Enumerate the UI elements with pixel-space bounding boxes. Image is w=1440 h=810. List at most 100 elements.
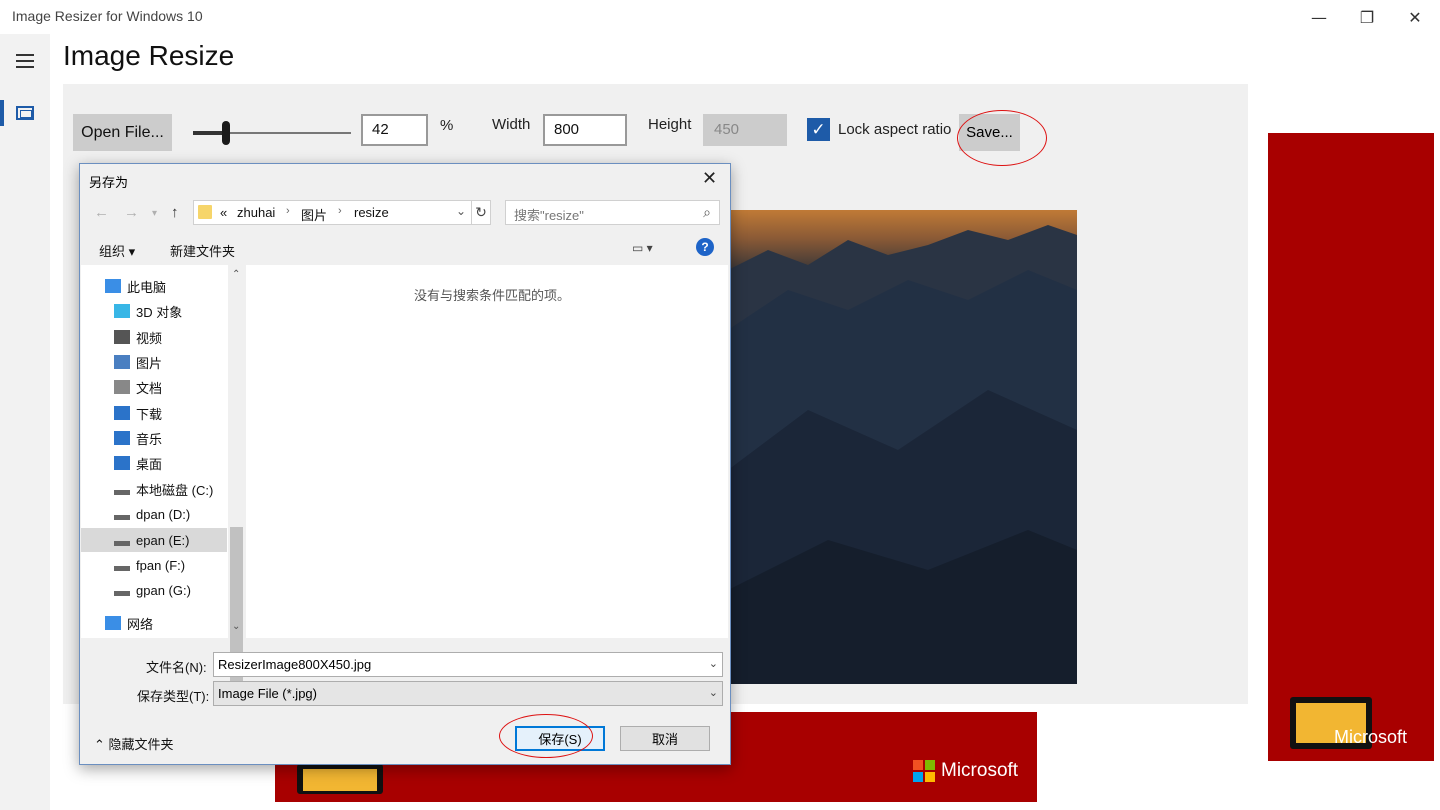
recent-locations-icon[interactable]: ▾ [152,208,157,219]
search-input[interactable]: 搜索"resize" ⌕ [505,200,720,225]
tree-item-label: 网络 [127,616,154,632]
image-resize-nav-icon[interactable] [16,106,34,120]
drive-icon [114,514,130,520]
tree-item-label: epan (E:) [136,532,190,548]
width-input[interactable]: 800 [543,114,627,146]
address-dropdown-icon[interactable]: ⌄ [456,204,466,218]
tree-item[interactable]: fpan (F:) [81,553,227,577]
scroll-up-icon[interactable]: ⌃ [232,269,240,280]
search-placeholder: 搜索"resize" [514,208,584,223]
height-input: 450 [703,114,787,146]
open-file-button[interactable]: Open File... [73,114,172,151]
tree-item[interactable]: 此电脑 [81,274,227,298]
save-as-dialog: 另存为 ✕ ← → ▾ ↑ « zhuhai › 图片 › resize ⌄ ↻… [79,163,731,765]
scale-slider-thumb[interactable] [222,121,230,145]
back-arrow-icon[interactable]: ← [94,204,109,221]
help-icon[interactable]: ? [696,238,714,256]
mountain-image [728,225,1077,684]
tree-item-label: fpan (F:) [136,557,186,573]
tree-item-label: 本地磁盘 (C:) [136,482,214,498]
refresh-icon[interactable]: ↻ [471,200,491,225]
tree-item[interactable]: 图片 [81,350,227,374]
tree-item[interactable]: gpan (G:) [81,578,227,602]
download-icon [114,406,130,420]
filetype-value: Image File (*.jpg) [218,686,317,701]
microsoft-logo-text: Microsoft [941,760,1019,781]
chevron-down-icon[interactable]: ⌄ [709,657,718,670]
address-bar[interactable]: « zhuhai › 图片 › resize ⌄ [193,200,491,225]
drive-icon [114,590,130,596]
hamburger-menu-icon[interactable] [16,54,34,68]
tree-item-label: 此电脑 [127,279,167,295]
width-label: Width [492,116,531,133]
breadcrumb-overflow[interactable]: « [220,205,227,220]
dialog-close-icon[interactable]: ✕ [702,168,717,189]
drive-icon [114,565,130,571]
breadcrumb-pictures[interactable]: 图片 [301,205,327,224]
tree-item[interactable]: 本地磁盘 (C:) [81,477,227,501]
percent-label: % [440,117,454,134]
tree-item[interactable]: 文档 [81,375,227,399]
page-title: Image Resize [63,40,235,71]
tree-item[interactable]: epan (E:) [81,528,227,552]
filetype-select[interactable]: Image File (*.jpg) ⌄ [213,681,723,706]
navigation-tree: ⌃ ⌄ 此电脑 3D 对象视频图片文档下载音乐 桌面本地磁盘 (C:) dpan (D… [81,265,245,703]
scroll-down-icon[interactable]: ⌄ [232,621,240,632]
document-icon [114,380,130,394]
lock-aspect-checkbox[interactable]: ✓ [807,118,830,141]
image-preview [728,210,1077,684]
lock-aspect-label: Lock aspect ratio [838,121,952,138]
ad-banner-right[interactable]: Microsoft [1268,133,1434,761]
file-list-area[interactable]: 没有与搜索条件匹配的项。 [246,265,728,638]
chevron-down-icon[interactable]: ⌄ [709,686,718,699]
tablet-image [297,764,383,794]
tree-item[interactable]: 音乐 [81,426,227,450]
scale-percent-input[interactable]: 42 [361,114,428,146]
filename-label: 文件名(N): [146,660,207,675]
tree-item[interactable]: 网络 [81,611,227,635]
forward-arrow-icon[interactable]: → [124,204,139,221]
new-folder-button[interactable]: 新建文件夹 [170,241,235,260]
left-nav [0,34,50,810]
search-icon[interactable]: ⌕ [703,204,711,221]
computer-icon [105,279,121,293]
maximize-icon: ❐ [1359,7,1375,27]
network-icon [105,616,121,630]
hide-folders-label: 隐藏文件夹 [108,737,174,752]
tree-item[interactable]: 下载 [81,401,227,425]
up-arrow-icon[interactable]: ↑ [171,204,179,221]
microsoft-logo: Microsoft [913,760,1018,782]
filename-value: ResizerImage800X450.jpg [218,657,372,672]
tree-item[interactable]: 视频 [81,325,227,349]
highlight-circle-save [957,110,1047,166]
tree-item-label: dpan (D:) [136,506,191,522]
minimize-icon: — [1311,7,1327,27]
tree-item[interactable]: 桌面 [81,451,227,475]
drive-icon [114,489,130,495]
close-icon: ✕ [1408,7,1422,27]
checkmark-icon: ✓ [811,119,826,140]
hide-folders-toggle[interactable]: ⌃ 隐藏文件夹 [94,734,174,753]
tree-item-label: 3D 对象 [136,304,183,320]
maximize-button[interactable]: ❐ [1344,0,1390,34]
tree-item-label: 图片 [136,355,163,371]
minimize-button[interactable]: — [1296,0,1342,34]
tree-item-label: gpan (G:) [136,582,191,598]
music-icon [114,431,130,445]
breadcrumb-resize[interactable]: resize [354,205,389,220]
folder-icon [198,205,212,219]
breadcrumb-zhuhai[interactable]: zhuhai [237,205,275,220]
tree-item-label: 文档 [136,380,163,396]
dialog-cancel-button[interactable]: 取消 [620,726,710,751]
tree-item-label: 视频 [136,330,163,346]
dialog-title: 另存为 [89,175,129,190]
organize-menu[interactable]: 组织 ▾ [99,241,135,260]
microsoft-logo-text: Microsoft [1334,727,1408,747]
filename-input[interactable]: ResizerImage800X450.jpg ⌄ [213,652,723,677]
tree-item[interactable]: 3D 对象 [81,299,227,323]
close-button[interactable]: ✕ [1392,0,1438,34]
tree-item-label: 下载 [136,406,163,422]
view-options-icon[interactable]: ▭ ▾ [632,241,653,255]
breadcrumb-separator-icon: › [338,205,342,217]
tree-item[interactable]: dpan (D:) [81,502,227,526]
